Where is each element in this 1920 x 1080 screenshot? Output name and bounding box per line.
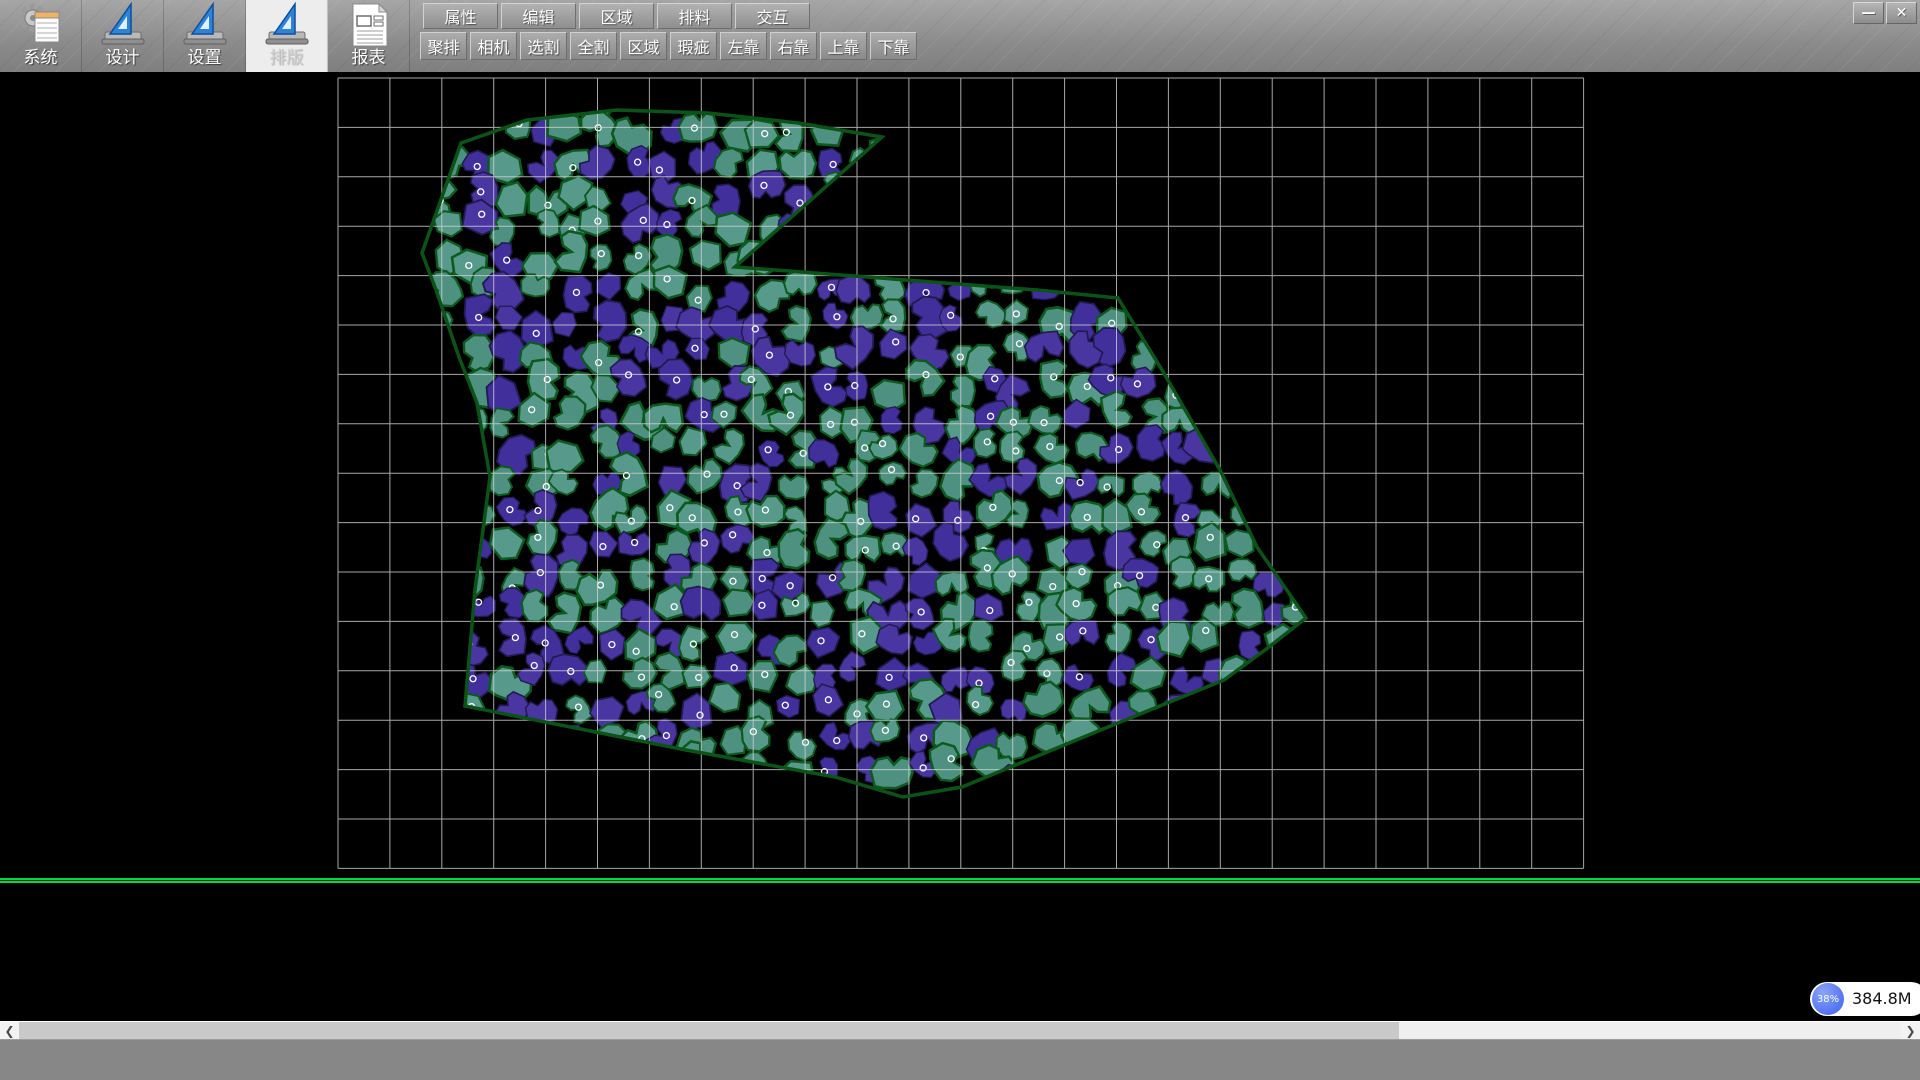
- memory-percent: 38%: [1817, 994, 1839, 1005]
- main-button-settings[interactable]: 设置: [164, 0, 246, 72]
- scroll-right-arrow-icon[interactable]: ❯: [1901, 1022, 1920, 1040]
- main-button-label: 报表: [352, 48, 386, 68]
- nesting-app-window: 系统设计设置排版报表 属性编辑区域排料交互 聚排相机选割全割区域瑕疵左靠右靠上靠…: [0, 0, 1920, 1080]
- horizontal-scrollbar[interactable]: ❮ ❯: [0, 1021, 1920, 1040]
- laptop-ruler-icon: [179, 2, 231, 48]
- memory-percent-circle: 38%: [1812, 983, 1844, 1015]
- main-button-label: 排版: [270, 48, 304, 68]
- memory-monitor-badge[interactable]: 38% 384.8M: [1810, 982, 1920, 1016]
- report-doc-icon: [343, 2, 395, 48]
- tool-button-snap-right[interactable]: 右靠: [770, 32, 817, 60]
- tool-button-defect[interactable]: 瑕疵: [670, 32, 717, 60]
- nesting-canvas[interactable]: [0, 72, 1920, 878]
- tab-interact[interactable]: 交互: [735, 3, 810, 29]
- main-button-label: 系统: [24, 48, 58, 68]
- tool-button-snap-left[interactable]: 左靠: [720, 32, 767, 60]
- tool-button-cut-all[interactable]: 全割: [570, 32, 617, 60]
- piece-thumbnail-strip: 001_#37L:700 R:700002_#37L:132 R:132003_…: [0, 878, 1920, 1021]
- main-button-label: 设置: [188, 48, 222, 68]
- tool-button-select-cut[interactable]: 选割: [520, 32, 567, 60]
- laptop-ruler-icon: [97, 2, 149, 48]
- ribbon-toolbar: 系统设计设置排版报表 属性编辑区域排料交互 聚排相机选割全割区域瑕疵左靠右靠上靠…: [0, 0, 1920, 72]
- main-button-layout[interactable]: 排版: [246, 0, 328, 72]
- status-bar: [0, 1039, 1920, 1080]
- tab-attribute[interactable]: 属性: [423, 3, 498, 29]
- scroll-left-arrow-icon[interactable]: ❮: [0, 1022, 19, 1040]
- main-button-system[interactable]: 系统: [0, 0, 82, 72]
- tool-button-zone[interactable]: 区域: [620, 32, 667, 60]
- laptop-ruler-icon: [261, 2, 313, 48]
- tool-button-cluster-nest[interactable]: 聚排: [420, 32, 467, 60]
- strip-top-border: [0, 878, 1920, 884]
- close-button[interactable]: ✕: [1886, 2, 1917, 24]
- memory-amount: 384.8M: [1852, 982, 1912, 1016]
- main-button-label: 设计: [106, 48, 140, 68]
- tool-button-snap-up[interactable]: 上靠: [820, 32, 867, 60]
- tool-button-camera[interactable]: 相机: [470, 32, 517, 60]
- tool-button-snap-down[interactable]: 下靠: [870, 32, 917, 60]
- scrollbar-thumb[interactable]: [19, 1022, 1399, 1040]
- tab-region[interactable]: 区域: [579, 3, 654, 29]
- minimize-button[interactable]: —: [1853, 2, 1884, 24]
- tool-button-row: 聚排相机选割全割区域瑕疵左靠右靠上靠下靠: [420, 32, 917, 60]
- main-button-report[interactable]: 报表: [328, 0, 410, 72]
- tab-edit[interactable]: 编辑: [501, 3, 576, 29]
- gear-doc-icon: [15, 2, 67, 48]
- tab-nesting[interactable]: 排料: [657, 3, 732, 29]
- menu-tab-row: 属性编辑区域排料交互: [423, 3, 810, 29]
- hide-nesting-view: [0, 72, 1920, 878]
- main-button-design[interactable]: 设计: [82, 0, 164, 72]
